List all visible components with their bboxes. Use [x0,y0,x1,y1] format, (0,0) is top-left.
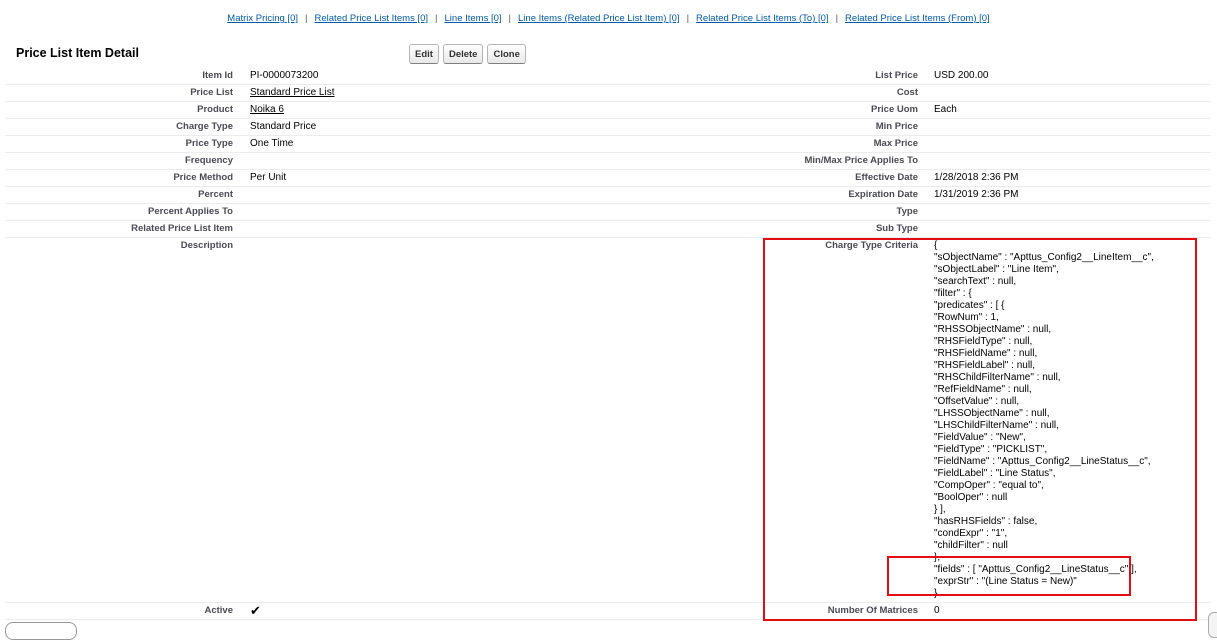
effective-date-label: Effective Date [855,172,918,183]
price-list-label: Price List [190,87,233,98]
link-separator: | [305,13,308,24]
price-uom-value: Each [934,104,957,115]
link-separator: | [435,13,438,24]
sub-type-value [934,221,1211,237]
checkmark-icon: ✔ [250,603,261,618]
link-separator: | [835,13,839,24]
related-price-list-item-label: Related Price List Item [131,223,233,234]
price-type-label: Price Type [185,138,233,149]
scroll-tab[interactable] [5,622,77,640]
related-link-line-items[interactable]: Line Items [0] [445,13,502,24]
related-price-list-item-value [250,221,738,237]
button-bar: Edit Delete Clone [409,44,526,64]
sub-type-label: Sub Type [875,223,918,234]
frequency-value [250,153,738,169]
type-label: Type [896,206,918,217]
type-value [934,204,1211,220]
min-price-value [934,119,1211,135]
max-price-label: Max Price [873,138,918,149]
min-price-label: Min Price [875,121,918,132]
cost-value [934,85,1211,101]
related-list-links: Matrix Pricing [0] | Related Price List It… [0,13,1217,24]
edit-button[interactable]: Edit [409,44,439,64]
price-method-value: Per Unit [250,172,287,183]
expiration-date-label: Expiration Date [848,189,918,200]
product-value: Noika 6 [250,102,738,118]
page-title: Price List Item Detail [16,46,139,60]
detail-row-percent: Percent Expiration Date 1/31/2019 2:36 PM [5,187,1211,204]
related-link-line-items-related-price-list-item[interactable]: Line Items (Related Price List Item) [0] [518,13,680,24]
list-price-label: List Price [875,70,918,81]
price-list-link[interactable]: Standard Price List [250,87,335,98]
delete-button[interactable]: Delete [442,44,484,64]
detail-row-item-id: Item Id PI-0000073200 List Price USD 200.00 [5,68,1211,85]
clone-button[interactable]: Clone [487,44,526,64]
detail-row-charge-type: Charge Type Standard Price Min Price [5,119,1211,136]
related-link-matrix-pricing[interactable]: Matrix Pricing [0] [227,13,298,24]
min-max-price-applies-to-value [934,153,1211,169]
product-label: Product [197,104,233,115]
list-price-value: USD 200.00 [934,70,989,81]
charge-type-value: Standard Price [250,121,317,132]
description-value [250,238,738,602]
percent-applies-to-value [250,204,738,220]
max-price-value [934,136,1211,152]
related-link-related-price-list-items[interactable]: Related Price List Items [0] [315,13,429,24]
related-link-related-price-list-items-to[interactable]: Related Price List Items (To) [0] [696,13,829,24]
fields-highlight-box [887,556,1131,596]
related-link-related-price-list-items-from[interactable]: Related Price List Items (From) [0] [845,13,990,24]
percent-applies-to-label: Percent Applies To [148,206,233,217]
detail-row-price-type: Price Type One Time Max Price [5,136,1211,153]
expiration-date-value: 1/31/2019 2:36 PM [934,189,1019,200]
detail-row-percent-applies-to: Percent Applies To Type [5,204,1211,221]
detail-row-related-price-list-item: Related Price List Item Sub Type [5,221,1211,238]
link-separator: | [508,13,512,24]
price-type-value: One Time [250,138,294,149]
item-id-label: Item Id [202,70,233,81]
effective-date-value: 1/28/2018 2:36 PM [934,172,1019,183]
percent-value [250,187,738,203]
price-list-value: Standard Price List [250,85,738,101]
detail-row-price-list: Price List Standard Price List Cost [5,85,1211,102]
item-id-value: PI-0000073200 [250,70,319,81]
charge-type-label: Charge Type [176,121,233,132]
frequency-label: Frequency [184,155,233,166]
product-link[interactable]: Noika 6 [250,104,284,115]
detail-row-frequency: Frequency Min/Max Price Applies To [5,153,1211,170]
price-uom-label: Price Uom [871,104,918,115]
detail-row-product: Product Noika 6 Price Uom Each [5,102,1211,119]
link-separator: | [686,13,690,24]
active-label: Active [204,605,233,616]
detail-row-price-method: Price Method Per Unit Effective Date 1/28/2… [5,170,1211,187]
scrollbar-handle[interactable] [1208,612,1217,638]
cost-label: Cost [896,87,918,98]
price-method-label: Price Method [173,172,233,183]
percent-label: Percent [198,189,233,200]
min-max-price-applies-to-label: Min/Max Price Applies To [804,155,919,166]
description-label: Description [180,240,233,251]
